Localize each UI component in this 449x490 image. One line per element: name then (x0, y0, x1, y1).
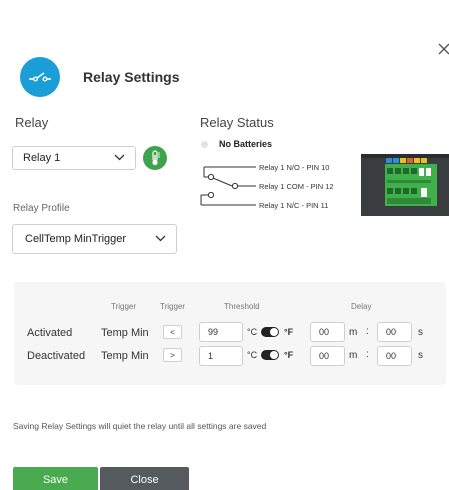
thermometer-icon[interactable] (143, 146, 167, 170)
delay-seconds-input-activated[interactable] (377, 322, 412, 342)
header-threshold: Threshold (224, 302, 260, 311)
header-trigger: Trigger (111, 302, 137, 311)
relay-select-value: Relay 1 (23, 152, 61, 164)
operator-button-deactivated[interactable]: > (163, 348, 182, 362)
device-connector-image (361, 154, 449, 216)
relay-profile-value: CellTemp MinTrigger (25, 233, 127, 245)
row-label-activated: Activated (27, 327, 73, 339)
pin-nc-label: Relay 1 N/C - PIN 11 (259, 201, 329, 210)
relay-profile-label: Relay Profile (13, 203, 70, 214)
relay-switch-icon (20, 57, 60, 97)
fahrenheit-label: °F (284, 327, 294, 337)
unit-toggle-deactivated[interactable] (261, 350, 279, 360)
chevron-down-icon (114, 154, 125, 161)
operator-button-activated[interactable]: < (163, 325, 182, 339)
delay-seconds-input-deactivated[interactable] (377, 346, 412, 366)
relay-profile-select[interactable]: CellTemp MinTrigger (12, 224, 177, 254)
delay-minutes-input-activated[interactable] (310, 322, 345, 342)
relay-label: Relay (15, 115, 49, 130)
header-trigger-operator: Trigger (160, 302, 186, 311)
relay-wiring-diagram (198, 160, 260, 215)
row-label-deactivated: Deactivated (27, 350, 86, 362)
pin-com-label: Relay 1 COM - PIN 12 (259, 182, 334, 191)
relay-status-label: Relay Status (200, 115, 274, 130)
seconds-label: s (418, 327, 423, 338)
trigger-type-deactivated: Temp Min (101, 350, 149, 362)
time-colon: : (366, 349, 369, 360)
chevron-down-icon (155, 235, 166, 242)
minutes-label: m (349, 327, 358, 338)
fahrenheit-label: °F (284, 350, 294, 360)
status-text: No Batteries (219, 139, 273, 149)
pin-no-label: Relay 1 N/O - PIN 10 (259, 163, 330, 172)
celsius-label: °C (247, 350, 258, 360)
save-note: Saving Relay Settings will quiet the rel… (13, 421, 267, 431)
unit-toggle-activated[interactable] (261, 327, 279, 337)
relay-select[interactable]: Relay 1 (12, 146, 136, 170)
celsius-label: °C (247, 327, 258, 337)
minutes-label: m (349, 350, 358, 361)
close-button[interactable]: Close (100, 467, 189, 490)
dialog-title: Relay Settings (83, 69, 180, 85)
threshold-input-deactivated[interactable] (199, 346, 243, 366)
time-colon: : (366, 326, 369, 337)
status-indicator (201, 141, 208, 148)
threshold-input-activated[interactable] (199, 322, 243, 342)
trigger-type-activated: Temp Min (101, 327, 149, 339)
seconds-label: s (418, 350, 423, 361)
close-icon[interactable] (437, 42, 449, 56)
save-button[interactable]: Save (13, 467, 98, 490)
delay-minutes-input-deactivated[interactable] (310, 346, 345, 366)
header-delay: Delay (351, 302, 372, 311)
